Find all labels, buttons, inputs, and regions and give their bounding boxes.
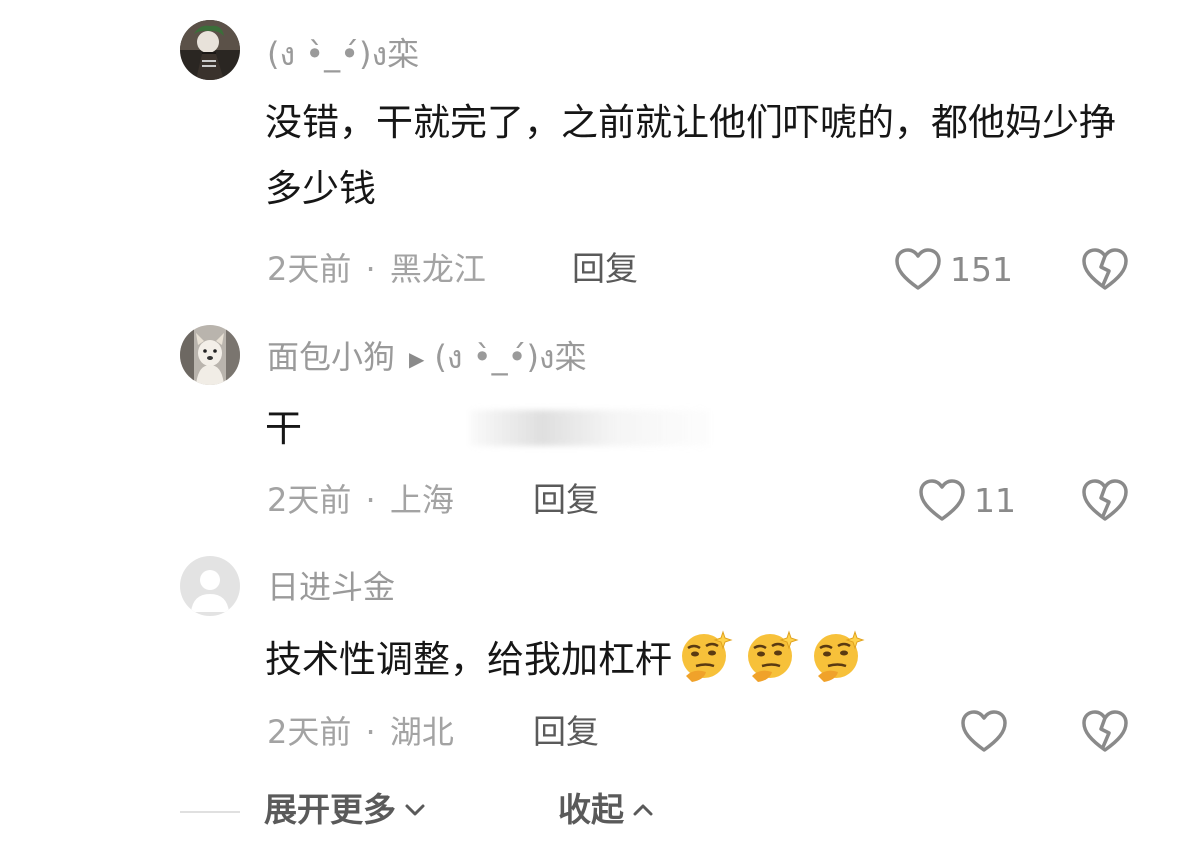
reply-arrow-icon: ▶ bbox=[409, 347, 425, 371]
username-text[interactable]: 日进斗金 bbox=[267, 568, 395, 606]
heart-icon bbox=[961, 710, 1007, 752]
dislike-button[interactable] bbox=[1081, 478, 1129, 526]
broken-heart-icon bbox=[1082, 248, 1128, 290]
comment-meta: 2天前 · 上海 bbox=[267, 481, 454, 519]
collapse-label: 收起 bbox=[558, 790, 624, 829]
timestamp: 2天前 bbox=[267, 713, 352, 751]
expand-more-label: 展开更多 bbox=[264, 790, 396, 829]
avatar[interactable] bbox=[180, 325, 240, 385]
dislike-button[interactable] bbox=[1081, 247, 1129, 295]
avatar[interactable] bbox=[180, 20, 240, 80]
comment-footer: 展开更多 收起 bbox=[0, 780, 1179, 840]
username-row: 面包小狗 ▶ (ง •̀_•́)ง栾 bbox=[267, 337, 587, 379]
thinking-smirk-emoji bbox=[676, 626, 736, 686]
comment-meta: 2天前 · 黑龙江 bbox=[267, 250, 486, 288]
comment-text: 技术性调整，给我加杠杆 bbox=[265, 626, 1145, 693]
timestamp: 2天前 bbox=[267, 250, 352, 288]
default-avatar[interactable] bbox=[180, 556, 240, 616]
username[interactable]: 日进斗金 bbox=[267, 567, 395, 607]
like-button[interactable]: 151 bbox=[894, 247, 1013, 291]
reply-to-username[interactable]: (ง •̀_•́)ง栾 bbox=[434, 338, 586, 376]
thinking-smirk-emoji bbox=[742, 626, 802, 686]
reply-button[interactable]: 回复 bbox=[533, 712, 599, 752]
reply-button[interactable]: 回复 bbox=[533, 480, 599, 520]
expand-more-button[interactable]: 展开更多 bbox=[264, 790, 426, 830]
chevron-up-icon bbox=[633, 804, 653, 816]
like-button[interactable]: 11 bbox=[918, 478, 1016, 522]
broken-heart-icon bbox=[1082, 479, 1128, 521]
location: 湖北 bbox=[389, 713, 454, 751]
broken-heart-icon bbox=[1082, 710, 1128, 752]
thinking-smirk-emoji bbox=[808, 626, 868, 686]
blurred-region bbox=[470, 410, 710, 446]
location: 上海 bbox=[389, 481, 454, 519]
comment-text-body: 技术性调整，给我加杠杆 bbox=[265, 638, 672, 681]
location: 黑龙江 bbox=[389, 250, 486, 288]
collapse-button[interactable]: 收起 bbox=[558, 790, 654, 830]
comment-text: 没错，干就完了，之前就让他们吓唬的，都他妈少挣多少钱 bbox=[265, 101, 1116, 210]
divider bbox=[180, 811, 240, 813]
heart-icon bbox=[895, 248, 941, 290]
like-button[interactable] bbox=[960, 709, 1008, 753]
username[interactable]: (ง •̀_•́)ง栾 bbox=[267, 34, 419, 74]
timestamp: 2天前 bbox=[267, 481, 352, 519]
heart-icon bbox=[919, 479, 965, 521]
like-count: 11 bbox=[974, 480, 1016, 520]
reply-button[interactable]: 回复 bbox=[572, 249, 638, 289]
chevron-down-icon bbox=[405, 804, 425, 816]
dislike-button[interactable] bbox=[1081, 709, 1129, 757]
username-text[interactable]: 面包小狗 bbox=[267, 338, 395, 376]
username-text[interactable]: (ง •̀_•́)ง栾 bbox=[267, 35, 419, 73]
comment-meta: 2天前 · 湖北 bbox=[267, 713, 454, 751]
like-count: 151 bbox=[950, 249, 1013, 289]
